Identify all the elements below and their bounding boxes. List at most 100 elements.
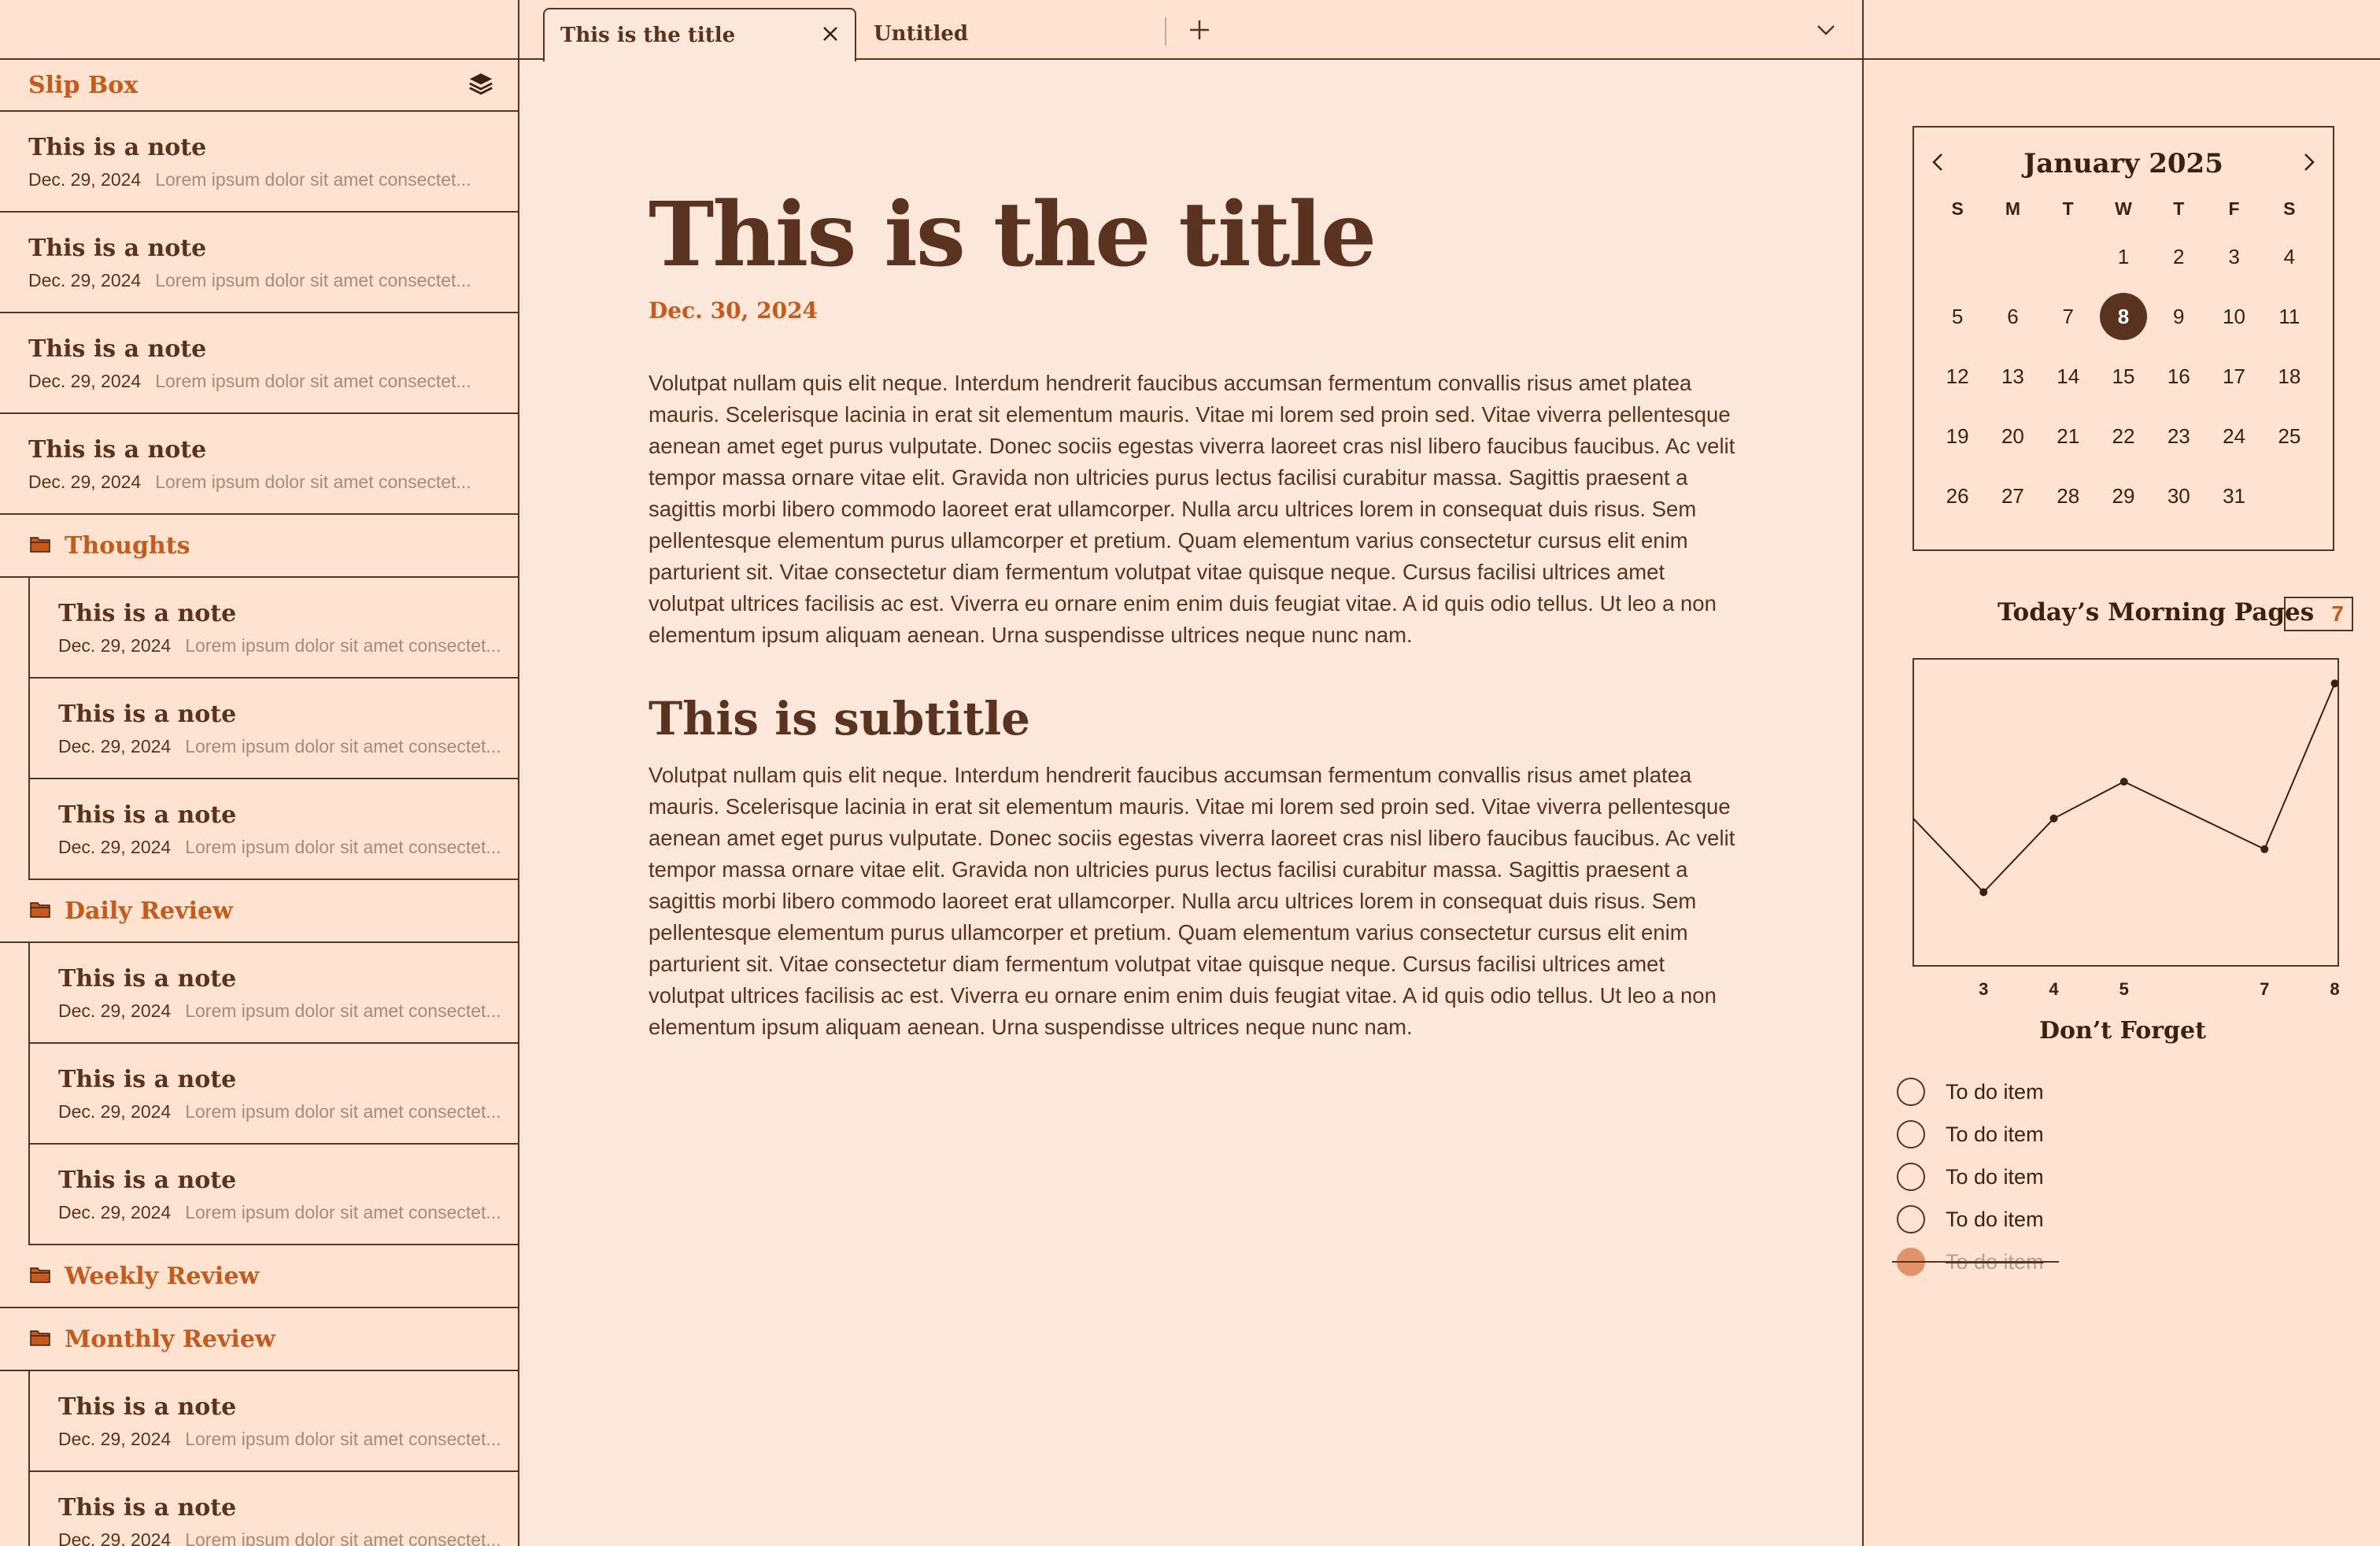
strikethrough-line: [1892, 1261, 2059, 1263]
calendar-day[interactable]: 29: [2096, 466, 2151, 526]
todo-item[interactable]: To do item: [1892, 1241, 2059, 1283]
todo-item[interactable]: To do item: [1897, 1156, 2044, 1198]
list-item[interactable]: This is a note Dec. 29, 2024 Lorem ipsum d…: [0, 313, 518, 414]
calendar-day[interactable]: 17: [2206, 346, 2261, 406]
calendar-day[interactable]: 7: [2041, 287, 2096, 346]
note-date: Dec. 29, 2024: [28, 472, 142, 492]
folder-item[interactable]: Thoughts: [0, 515, 518, 578]
list-item[interactable]: This is a note Dec. 29, 2024 Lorem ipsum d…: [28, 943, 518, 1044]
weekday-label: T: [2062, 198, 2074, 219]
note-preview: Lorem ipsum dolor sit amet consectet...: [155, 270, 471, 290]
plus-icon[interactable]: [1181, 11, 1218, 49]
note-meta: Dec. 29, 2024 Lorem ipsum dolor sit amet …: [28, 169, 518, 190]
list-item[interactable]: This is a note Dec. 29, 2024 Lorem ipsum d…: [28, 1472, 518, 1546]
note-preview: Lorem ipsum dolor sit amet consectet...: [185, 1529, 501, 1546]
calendar-day[interactable]: 13: [1985, 346, 2040, 406]
list-item[interactable]: This is a note Dec. 29, 2024 Lorem ipsum d…: [28, 679, 518, 779]
close-icon[interactable]: [822, 24, 839, 48]
note-date: Dec. 29, 2024: [58, 1429, 172, 1449]
note-title: This is a note: [58, 1167, 237, 1194]
todo-item[interactable]: To do item: [1897, 1071, 2044, 1113]
note-date: Dec. 29, 2024: [58, 1529, 172, 1546]
calendar-day[interactable]: 5: [1930, 287, 1985, 346]
note-preview: Lorem ipsum dolor sit amet consectet...: [185, 635, 501, 656]
calendar-day[interactable]: 15: [2096, 346, 2151, 406]
note-meta: Dec. 29, 2024 Lorem ipsum dolor sit amet …: [58, 837, 518, 858]
document-paragraph[interactable]: Volutpat nullam quis elit neque. Interdu…: [649, 760, 1743, 1043]
right-panel-top-spacer: [1864, 0, 2380, 60]
calendar-day[interactable]: 23: [2151, 406, 2206, 466]
stack-icon[interactable]: [468, 70, 494, 101]
checkbox[interactable]: [1897, 1163, 1925, 1191]
chevron-left-icon[interactable]: [1930, 151, 1946, 177]
calendar-day[interactable]: 11: [2262, 287, 2317, 346]
folder-item[interactable]: Weekly Review: [0, 1245, 518, 1308]
checkbox[interactable]: [1897, 1205, 1925, 1233]
calendar-day[interactable]: 19: [1930, 406, 1985, 466]
document-title[interactable]: This is the title: [649, 189, 1743, 282]
note-preview: Lorem ipsum dolor sit amet consectet...: [185, 1101, 501, 1122]
document-paragraph[interactable]: Volutpat nullam quis elit neque. Interdu…: [649, 368, 1743, 651]
note-date: Dec. 29, 2024: [58, 837, 172, 857]
calendar-day[interactable]: 12: [1930, 346, 1985, 406]
calendar-day[interactable]: 30: [2151, 466, 2206, 526]
list-item[interactable]: This is a note Dec. 29, 2024 Lorem ipsum d…: [28, 1145, 518, 1245]
calendar-day-selected[interactable]: 8: [2096, 287, 2151, 346]
checkbox[interactable]: [1897, 1078, 1925, 1106]
note-title: This is a note: [28, 134, 207, 161]
tab-active[interactable]: This is the title: [543, 8, 856, 61]
note-list: This is a note Dec. 29, 2024 Lorem ipsum d…: [0, 112, 518, 1546]
list-item[interactable]: This is a note Dec. 29, 2024 Lorem ipsum d…: [28, 1371, 518, 1472]
todo-label: To do item: [1946, 1079, 2044, 1104]
calendar-day[interactable]: 6: [1985, 287, 2040, 346]
note-date: Dec. 29, 2024: [58, 1000, 172, 1021]
calendar-day[interactable]: 22: [2096, 406, 2151, 466]
calendar-day[interactable]: 16: [2151, 346, 2206, 406]
list-item[interactable]: This is a note Dec. 29, 2024 Lorem ipsum d…: [0, 414, 518, 515]
calendar-day[interactable]: 2: [2151, 227, 2206, 287]
right-panel: January 2025 S M T W T F S 1 2 3 4 5 6 7 8 9 10 11 12 13 14 1…: [1862, 0, 2380, 1546]
calendar-day[interactable]: 10: [2206, 287, 2261, 346]
calendar-day[interactable]: 18: [2262, 346, 2317, 406]
chevron-right-icon[interactable]: [2301, 151, 2317, 177]
calendar-day[interactable]: 4: [2262, 227, 2317, 287]
calendar-day[interactable]: 31: [2206, 466, 2261, 526]
list-item[interactable]: This is a note Dec. 29, 2024 Lorem ipsum d…: [28, 779, 518, 880]
note-date: Dec. 29, 2024: [58, 635, 172, 656]
document-date: Dec. 30, 2024: [649, 297, 819, 324]
calendar-day[interactable]: 9: [2151, 287, 2206, 346]
calendar-day[interactable]: 3: [2206, 227, 2261, 287]
calendar-day[interactable]: 24: [2206, 406, 2261, 466]
calendar-day[interactable]: 25: [2262, 406, 2317, 466]
morning-pages-count[interactable]: 7: [2284, 597, 2353, 631]
chart-point: [2260, 845, 2269, 853]
document-subtitle[interactable]: This is subtitle: [649, 692, 1743, 745]
calendar-day[interactable]: 20: [1985, 406, 2040, 466]
tab-untitled[interactable]: Untitled: [858, 8, 1157, 60]
note-preview: Lorem ipsum dolor sit amet consectet...: [155, 472, 471, 492]
list-item[interactable]: This is a note Dec. 29, 2024 Lorem ipsum d…: [28, 578, 518, 679]
todo-item[interactable]: To do item: [1897, 1113, 2044, 1156]
calendar-day[interactable]: 26: [1930, 466, 1985, 526]
list-item[interactable]: This is a note Dec. 29, 2024 Lorem ipsum d…: [0, 213, 518, 313]
checkbox[interactable]: [1897, 1120, 1925, 1148]
calendar-day[interactable]: 27: [1985, 466, 2040, 526]
chevron-down-icon[interactable]: [1810, 14, 1842, 46]
calendar-day[interactable]: 14: [2041, 346, 2096, 406]
list-item[interactable]: This is a note Dec. 29, 2024 Lorem ipsum d…: [0, 112, 518, 213]
document[interactable]: This is the title Dec. 30, 2024 Volutpat…: [649, 189, 1743, 1043]
note-date: Dec. 29, 2024: [58, 1101, 172, 1122]
folder-item[interactable]: Monthly Review: [0, 1308, 518, 1371]
calendar: January 2025 S M T W T F S 1 2 3 4 5 6 7 8 9 10 11 12 13 14 1…: [1913, 126, 2334, 551]
note-meta: Dec. 29, 2024 Lorem ipsum dolor sit amet …: [28, 270, 518, 291]
todo-item[interactable]: To do item: [1897, 1198, 2044, 1241]
calendar-day[interactable]: 21: [2041, 406, 2096, 466]
note-title: This is a note: [58, 801, 237, 829]
note-preview: Lorem ipsum dolor sit amet consectet...: [185, 1429, 501, 1449]
chart-tick-label: 3: [1979, 979, 1988, 999]
calendar-day[interactable]: 28: [2041, 466, 2096, 526]
folder-item[interactable]: Daily Review: [0, 880, 518, 943]
list-item[interactable]: This is a note Dec. 29, 2024 Lorem ipsum d…: [28, 1044, 518, 1145]
calendar-day[interactable]: 1: [2096, 227, 2151, 287]
chart-tick-label: 8: [2330, 979, 2339, 999]
